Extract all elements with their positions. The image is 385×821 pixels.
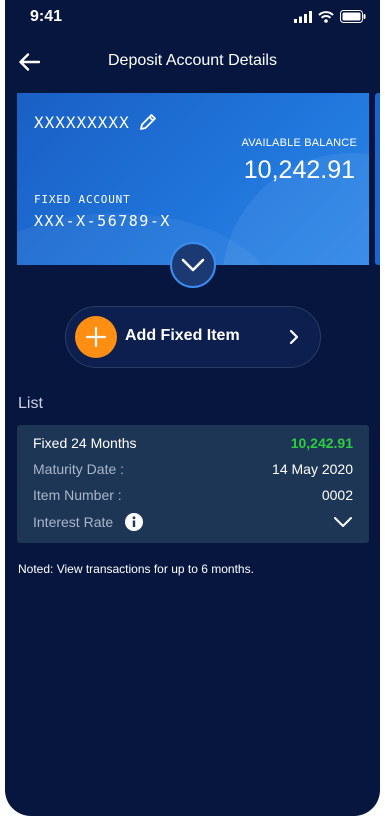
signal-icon (294, 10, 312, 23)
info-icon[interactable] (124, 512, 144, 532)
battery-icon (340, 10, 366, 23)
status-icons (294, 10, 366, 23)
maturity-date-value: 14 May 2020 (272, 461, 353, 477)
fixed-item-card[interactable]: Fixed 24 Months 10,242.91 Maturity Date … (17, 425, 369, 543)
item-header-row: Fixed 24 Months 10,242.91 (33, 435, 353, 453)
add-circle (75, 316, 117, 358)
item-number-row: Item Number : 0002 (33, 487, 353, 505)
chevron-down-icon[interactable] (333, 512, 353, 532)
plus-icon (85, 326, 107, 348)
available-balance-value: 10,242.91 (243, 156, 355, 184)
pencil-icon[interactable] (138, 112, 158, 132)
transactions-note: Noted: View transactions for up to 6 mon… (18, 562, 254, 576)
item-number-label: Item Number : (33, 487, 122, 503)
item-number-value: 0002 (321, 487, 353, 503)
account-number: XXX-X-56789-X (34, 212, 171, 230)
interest-rate-label: Interest Rate (33, 514, 114, 530)
next-card-peek[interactable] (375, 93, 380, 265)
account-card[interactable]: XXXXXXXXX AVAILABLE BALANCE 10,242.91 FI… (17, 93, 369, 265)
interest-rate-row: Interest Rate (33, 512, 353, 532)
page-title: Deposit Account Details (108, 52, 277, 69)
maturity-date-label: Maturity Date : (33, 461, 125, 477)
item-name: Fixed 24 Months (33, 435, 137, 451)
status-bar: 9:41 (5, 0, 380, 34)
add-fixed-item-button[interactable]: Add Fixed Item (65, 306, 321, 368)
account-name: XXXXXXXXX (34, 113, 130, 132)
expand-card-button[interactable] (170, 242, 216, 288)
status-time: 9:41 (30, 8, 63, 25)
list-title: List (18, 395, 43, 412)
wifi-icon (318, 10, 334, 23)
chevron-down-icon (181, 258, 205, 272)
add-fixed-item-label: Add Fixed Item (125, 327, 240, 344)
available-balance-label: AVAILABLE BALANCE (241, 137, 357, 149)
item-amount: 10,242.91 (290, 435, 353, 451)
header: Deposit Account Details (5, 44, 380, 80)
account-type: FIXED ACCOUNT (34, 193, 131, 206)
chevron-right-icon (289, 329, 299, 345)
phone-screen: 9:41 Deposit Account Details XXXXXXXXX A… (5, 0, 380, 816)
maturity-row: Maturity Date : 14 May 2020 (33, 461, 353, 479)
